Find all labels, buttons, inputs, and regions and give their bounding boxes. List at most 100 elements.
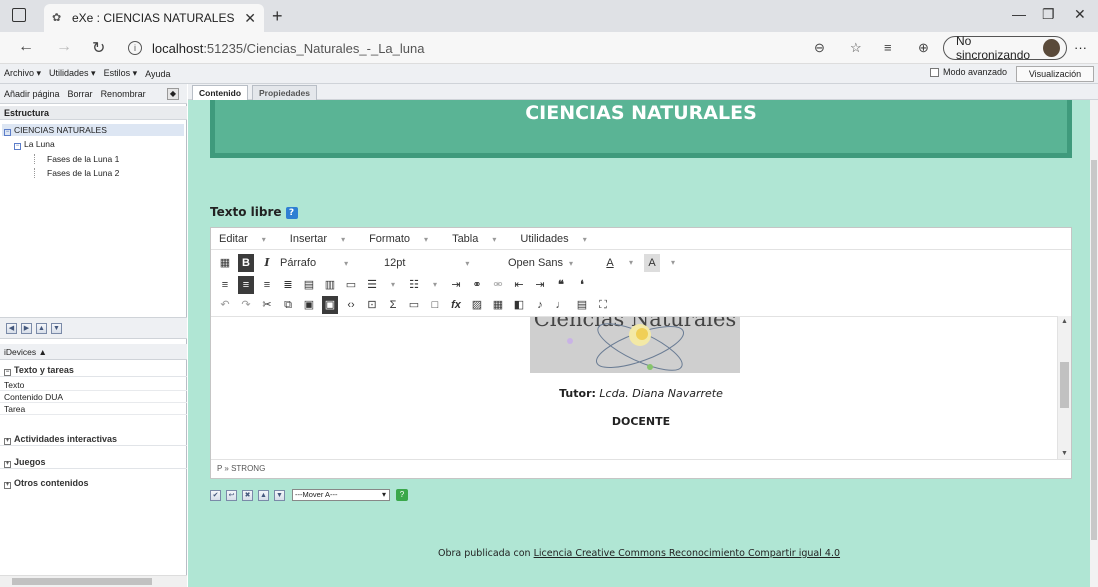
tree-node-fases-2[interactable]: Fases de la Luna 2 bbox=[34, 168, 119, 178]
comment-icon[interactable]: ▭ bbox=[406, 296, 422, 314]
refresh-icon[interactable]: ↻ bbox=[92, 38, 105, 58]
tab-contenido[interactable]: Contenido bbox=[192, 85, 249, 100]
modo-avanzado-checkbox[interactable] bbox=[930, 67, 939, 77]
idevices-header[interactable]: iDevices ▲ bbox=[0, 344, 187, 360]
box-icon[interactable]: □ bbox=[427, 296, 443, 314]
font-select[interactable]: Open Sans ▾ bbox=[508, 254, 588, 272]
category-otros[interactable]: + Otros contenidos bbox=[0, 476, 187, 490]
undo-edit-icon[interactable]: ↩ bbox=[226, 489, 237, 501]
minimize-icon[interactable]: — bbox=[1012, 6, 1026, 22]
license-link[interactable]: Licencia Creative Commons Reconocimiento… bbox=[534, 548, 840, 559]
tooltip-icon[interactable]: ▭ bbox=[343, 276, 359, 294]
template-icon[interactable]: ▤ bbox=[301, 276, 317, 294]
link-icon[interactable]: ⚭ bbox=[469, 276, 485, 294]
quote-icon[interactable]: ❛ bbox=[574, 276, 590, 294]
more-options-icon[interactable]: ··· bbox=[1074, 40, 1087, 55]
done-icon[interactable]: ✔ bbox=[210, 489, 221, 501]
indent-icon[interactable]: ⇥ bbox=[448, 276, 464, 294]
expand-icon[interactable]: + bbox=[4, 438, 11, 445]
format-select[interactable]: Párrafo ▾ bbox=[280, 254, 370, 272]
tree-node-fases-1[interactable]: Fases de la Luna 1 bbox=[34, 154, 119, 164]
menu-archivo[interactable]: Archivo ▾ bbox=[4, 68, 41, 79]
paste-icon[interactable]: ▣ bbox=[301, 296, 317, 314]
size-select[interactable]: 12pt ▾ bbox=[384, 254, 494, 272]
move-to-select[interactable]: ---Mover A--- ▾ bbox=[292, 489, 390, 501]
text-color-dropdown-icon[interactable]: ▾ bbox=[623, 254, 639, 272]
delete-button[interactable]: Borrar bbox=[68, 89, 93, 99]
zoom-icon[interactable]: ⊖ bbox=[814, 40, 825, 56]
promote-icon[interactable]: ◆ bbox=[167, 87, 179, 100]
collapse-icon[interactable]: − bbox=[4, 369, 11, 376]
tree-node-root[interactable]: − CIENCIAS NATURALES bbox=[4, 125, 107, 136]
unlink-icon[interactable]: ⚮ bbox=[490, 276, 506, 294]
back-icon[interactable]: ← bbox=[18, 38, 34, 56]
delete-icon[interactable]: ✖ bbox=[242, 489, 253, 501]
favorites-list-icon[interactable]: ≡ bbox=[884, 40, 892, 55]
expand-icon[interactable]: + bbox=[4, 461, 11, 468]
move-left-icon[interactable]: ◀ bbox=[6, 322, 17, 334]
move-up-icon[interactable]: ▲ bbox=[36, 322, 47, 334]
move-right-icon[interactable]: ▶ bbox=[21, 322, 32, 334]
forward-icon[interactable]: → bbox=[56, 38, 72, 56]
collections-icon[interactable]: ⊕ bbox=[918, 40, 929, 56]
bullet-list-icon[interactable]: ☰ bbox=[364, 276, 380, 294]
close-tab-icon[interactable]: ✕ bbox=[244, 10, 256, 27]
align-left-icon[interactable]: ≡ bbox=[217, 276, 233, 294]
indent-more-icon[interactable]: ⇥ bbox=[532, 276, 548, 294]
browser-tab[interactable]: ✿ eXe : CIENCIAS NATURALES ✕ bbox=[44, 4, 264, 32]
url-field[interactable]: i localhost:51235/Ciencias_Naturales_-_L… bbox=[128, 36, 888, 60]
move-down-icon[interactable]: ▼ bbox=[274, 489, 285, 501]
music-icon[interactable]: ♩ bbox=[553, 296, 569, 314]
justify-icon[interactable]: ≣ bbox=[280, 276, 296, 294]
profile-sync-button[interactable]: No sincronizando bbox=[943, 34, 1067, 62]
video-icon[interactable]: ▦ bbox=[490, 296, 506, 314]
cut-icon[interactable]: ✂ bbox=[259, 296, 275, 314]
menu-estilos[interactable]: Estilos ▾ bbox=[104, 68, 138, 79]
menu-ayuda[interactable]: Ayuda bbox=[145, 69, 170, 79]
tree-node-la-luna[interactable]: − La Luna bbox=[14, 139, 55, 150]
category-juegos[interactable]: + Juegos bbox=[0, 455, 187, 469]
italic-icon[interactable]: I bbox=[259, 254, 275, 272]
horizontal-scrollbar[interactable] bbox=[0, 575, 187, 587]
numbered-dropdown-icon[interactable]: ▾ bbox=[427, 276, 443, 294]
idevice-contenido-dua[interactable]: Contenido DUA bbox=[0, 391, 187, 403]
restore-icon[interactable]: ❐ bbox=[1042, 6, 1055, 23]
move-up-icon[interactable]: ▲ bbox=[258, 489, 269, 501]
rename-button[interactable]: Renombrar bbox=[101, 89, 146, 99]
help-icon[interactable]: ? bbox=[396, 489, 408, 501]
idevice-tarea[interactable]: Tarea bbox=[0, 403, 187, 415]
blockquote-icon[interactable]: ❝ bbox=[553, 276, 569, 294]
add-page-button[interactable]: Añadir página bbox=[4, 89, 60, 99]
editor-scrollbar[interactable]: ▲ ▼ bbox=[1057, 316, 1071, 459]
help-icon[interactable]: ? bbox=[285, 206, 298, 219]
page-scroll-thumb[interactable] bbox=[1091, 160, 1097, 540]
paste-text-icon[interactable]: ▣ bbox=[322, 296, 338, 314]
editor-content[interactable]: Ciencias Naturales Tutor: Lcda. Diana Na… bbox=[211, 316, 1071, 459]
editor-menu-tabla[interactable]: Tabla ▾ bbox=[452, 233, 508, 245]
collapse-icon[interactable]: − bbox=[4, 129, 11, 136]
editor-menu-editar[interactable]: Editar ▾ bbox=[219, 233, 278, 245]
scroll-thumb[interactable] bbox=[12, 578, 152, 585]
tab-actions-icon[interactable] bbox=[12, 8, 26, 22]
preview-button[interactable]: Visualización previa bbox=[1016, 66, 1094, 93]
modo-avanzado-toggle[interactable]: Modo avanzado bbox=[930, 67, 1007, 77]
bullet-dropdown-icon[interactable]: ▾ bbox=[385, 276, 401, 294]
idevice-texto[interactable]: Texto bbox=[0, 379, 187, 391]
audio-icon[interactable]: ◧ bbox=[511, 296, 527, 314]
site-info-icon[interactable]: i bbox=[128, 41, 142, 55]
bg-color-dropdown-icon[interactable]: ▾ bbox=[665, 254, 681, 272]
editor-menu-utilidades[interactable]: Utilidades ▾ bbox=[520, 233, 598, 245]
page-scrollbar[interactable] bbox=[1090, 100, 1098, 587]
image-icon[interactable]: ▨ bbox=[469, 296, 485, 314]
bold-icon[interactable]: B bbox=[238, 254, 254, 272]
formula-icon[interactable]: fx bbox=[448, 296, 464, 314]
speaker-icon[interactable]: ♪ bbox=[532, 296, 548, 314]
code-icon[interactable]: ‹› bbox=[343, 296, 359, 314]
tab-propiedades[interactable]: Propiedades bbox=[252, 85, 318, 100]
align-center-icon[interactable]: ≡ bbox=[238, 276, 254, 294]
table-icon[interactable]: ▤ bbox=[574, 296, 590, 314]
grid-icon[interactable]: ▦ bbox=[217, 254, 233, 272]
close-window-icon[interactable]: ✕ bbox=[1074, 6, 1086, 23]
media-icon[interactable]: ▥ bbox=[322, 276, 338, 294]
category-texto[interactable]: − Texto y tareas bbox=[0, 363, 187, 377]
